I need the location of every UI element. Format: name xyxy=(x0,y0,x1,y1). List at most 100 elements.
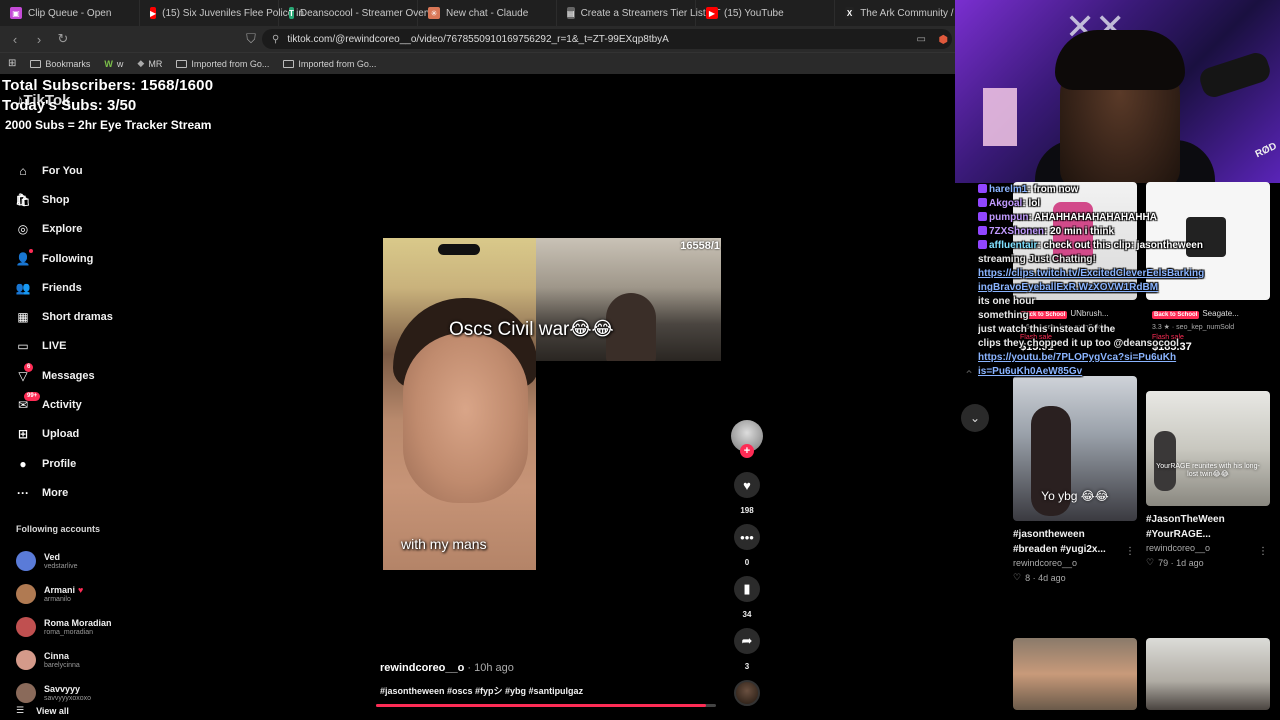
sidebar-item-live[interactable]: ▭ LIVE xyxy=(16,332,156,361)
chat-text: ingBravoEyeballExR.WzXOVW1RdBM xyxy=(978,282,1159,293)
live-icon: ▭ xyxy=(17,339,29,354)
save-button[interactable]: ▮ xyxy=(734,576,760,602)
heart-icon: ♥ xyxy=(78,584,84,595)
scroll-up-icon[interactable]: ⌃ xyxy=(964,368,974,382)
bookmarks-bar: ⊞ Bookmarks Ww ◆ MR Imported from Go... I… xyxy=(0,52,955,74)
following-account[interactable]: Armani ♥ armanilo xyxy=(16,577,156,610)
tab-favicon-icon: ▶ xyxy=(150,7,157,19)
profile-icon: ● xyxy=(19,456,27,471)
browser-tab[interactable]: X The Ark Community / X xyxy=(835,0,955,26)
music-disc-icon[interactable] xyxy=(734,680,760,706)
follow-plus-icon[interactable]: + xyxy=(740,444,754,458)
heart-outline-icon: ♡ xyxy=(1146,557,1155,567)
bookmark-bookmarks[interactable]: Bookmarks xyxy=(30,59,90,69)
scroll-down-button[interactable]: ⌄ xyxy=(961,404,989,432)
sidebar-item-label: Activity xyxy=(42,399,82,412)
bookmark-imported-2[interactable]: Imported from Go... xyxy=(283,59,376,69)
sidebar-item-short-dramas[interactable]: ▦ Short dramas xyxy=(16,302,156,331)
browser-tab[interactable]: ▤ Create a Streamers Tier List - T xyxy=(557,0,720,26)
video-caption-overlay: with my mans xyxy=(401,536,487,552)
video-player[interactable]: 16558/1 Oscs Civil war😂😂 with my mans xyxy=(383,238,721,570)
extension-icon[interactable]: ⬢ xyxy=(938,33,948,46)
chat-text: : lol xyxy=(1022,198,1041,209)
site-info-icon[interactable]: ⚲ xyxy=(272,34,279,45)
following-account[interactable]: Cinna barelycinna xyxy=(16,643,156,676)
account-name: Savvyyy xyxy=(44,684,91,694)
view-all-link[interactable]: ☰ View all xyxy=(16,705,69,716)
card-author[interactable]: rewindcoreo__o xyxy=(1146,543,1270,553)
tab-favicon-icon: ▶ xyxy=(706,7,718,19)
browser-tab[interactable]: ▶ (15) YouTube xyxy=(696,0,835,26)
friends-icon: 👥 xyxy=(15,280,31,295)
chat-message: is=Pu6uKh0AeW85Gv xyxy=(978,365,1278,379)
chat-text: streaming Just Chatting! xyxy=(978,254,1096,265)
reload-icon[interactable]: ↻ xyxy=(56,31,70,47)
sidebar-item-label: More xyxy=(42,486,69,499)
card-stat: ♡ 8 · 4d ago xyxy=(1013,572,1137,583)
bookmark-imported-1[interactable]: Imported from Go... xyxy=(176,59,269,69)
account-name: Cinna xyxy=(44,651,80,661)
sidebar-item-messages[interactable]: ▽ 6 Messages xyxy=(16,361,156,390)
sidebar-item-explore[interactable]: ◎ Explore xyxy=(16,215,156,244)
sidebar-item-upload[interactable]: ⊞ Upload xyxy=(16,420,156,449)
video-hashtags[interactable]: #jasontheween #oscs #fypシ #ybg #santipul… xyxy=(380,684,583,697)
share-button[interactable]: ➦ xyxy=(734,628,760,654)
bookmark-star-icon[interactable]: ⛉ xyxy=(244,31,258,47)
post-time: · 10h ago xyxy=(464,662,514,674)
video-title-overlay: Oscs Civil war😂😂 xyxy=(449,319,614,340)
notification-badge: 6 xyxy=(24,362,34,372)
comment-button[interactable]: ••• xyxy=(734,524,760,550)
sidebar-nav: ⌂ For You 🛍 Shop ◎ Explore 👤 Following 👥 Friends ▦… xyxy=(15,156,156,508)
stream-overlay: Total Subscribers: 1568/1600 Today's Sub… xyxy=(2,77,213,132)
like-button[interactable]: ♥ xyxy=(734,472,760,498)
browser-tab[interactable]: T Deansocool - Streamer Overvi xyxy=(279,0,434,26)
sidebar-item-label: Messages xyxy=(42,369,95,382)
video-progress-bar[interactable] xyxy=(376,704,716,707)
browser-tab[interactable]: ✳ New chat - Claude xyxy=(418,0,557,26)
notification-dot xyxy=(29,248,33,253)
heart-outline-icon: ♡ xyxy=(1013,572,1022,582)
sidebar-item-label: For You xyxy=(42,164,83,177)
card-more-icon[interactable]: ⋮ xyxy=(1125,546,1135,557)
sidebar-item-label: Upload xyxy=(42,428,80,441)
back-icon[interactable]: ‹ xyxy=(8,32,22,47)
sidebar-item-more[interactable]: ··· More xyxy=(16,478,156,507)
following-account[interactable]: Roma Moradian roma_moradian xyxy=(16,610,156,643)
url-input[interactable]: ⚲ tiktok.com/@rewindcoreo__o/video/76785… xyxy=(262,29,952,49)
save-count: 34 xyxy=(742,610,752,619)
browser-tab[interactable]: ▶ (15) Six Juveniles Flee Police in xyxy=(140,0,304,26)
card-more-icon[interactable]: ⋮ xyxy=(1258,546,1268,557)
forward-icon[interactable]: › xyxy=(32,32,46,47)
video-meta: rewindcoreo__o · 10h ago #jasontheween #… xyxy=(380,662,583,697)
bookmark-mr[interactable]: ◆ MR xyxy=(137,58,162,69)
apps-grid-icon[interactable]: ⊞ xyxy=(8,58,16,69)
grid-card-4[interactable]: YourRAGE reunites with his long-lost twi… xyxy=(1146,391,1270,568)
tab-title: New chat - Claude xyxy=(446,7,529,19)
like-count: 198 xyxy=(740,506,754,515)
tab-title: Clip Queue - Open xyxy=(28,7,112,19)
following-account[interactable]: Ved vedstarlive xyxy=(16,544,156,577)
grid-card-6[interactable] xyxy=(1146,638,1270,710)
cast-icon[interactable]: ▭ xyxy=(917,34,926,45)
sidebar-item-profile[interactable]: ● Profile xyxy=(16,449,156,478)
grid-card-5[interactable] xyxy=(1013,638,1137,710)
grid-card-3[interactable]: Yo ybg 😂😂 #jasontheween #breaden #yugi2x… xyxy=(1013,376,1137,583)
video-author[interactable]: rewindcoreo__o · 10h ago xyxy=(380,662,583,674)
chat-message: clips they chopped it up too @deansocool xyxy=(978,337,1278,351)
sidebar-item-following[interactable]: 👤 Following xyxy=(16,244,156,273)
sidebar-item-friends[interactable]: 👥 Friends xyxy=(16,273,156,302)
account-handle: armanilo xyxy=(44,595,71,603)
sidebar-item-for-you[interactable]: ⌂ For You xyxy=(16,156,156,185)
share-count: 3 xyxy=(744,662,750,671)
sidebar-item-label: Explore xyxy=(42,223,83,236)
browser-tab[interactable]: ▣ Clip Queue - Open xyxy=(0,0,140,26)
sidebar-item-shop[interactable]: 🛍 Shop xyxy=(15,185,156,214)
chat-text: its one hour xyxy=(978,296,1036,307)
card-author[interactable]: rewindcoreo__o xyxy=(1013,558,1137,568)
account-handle: barelycinna xyxy=(44,661,80,669)
sidebar-item-activity[interactable]: ✉ 99+ Activity xyxy=(16,390,156,419)
stream-chat-overlay: harelm1: from now Akgoal: lol pumpun: AHAH… xyxy=(978,183,1278,379)
bookmark-w[interactable]: Ww xyxy=(104,59,123,69)
folder-icon xyxy=(176,59,188,68)
following-accounts-list: Ved vedstarlive Armani ♥ armanilo Roma Moradi… xyxy=(16,544,156,709)
